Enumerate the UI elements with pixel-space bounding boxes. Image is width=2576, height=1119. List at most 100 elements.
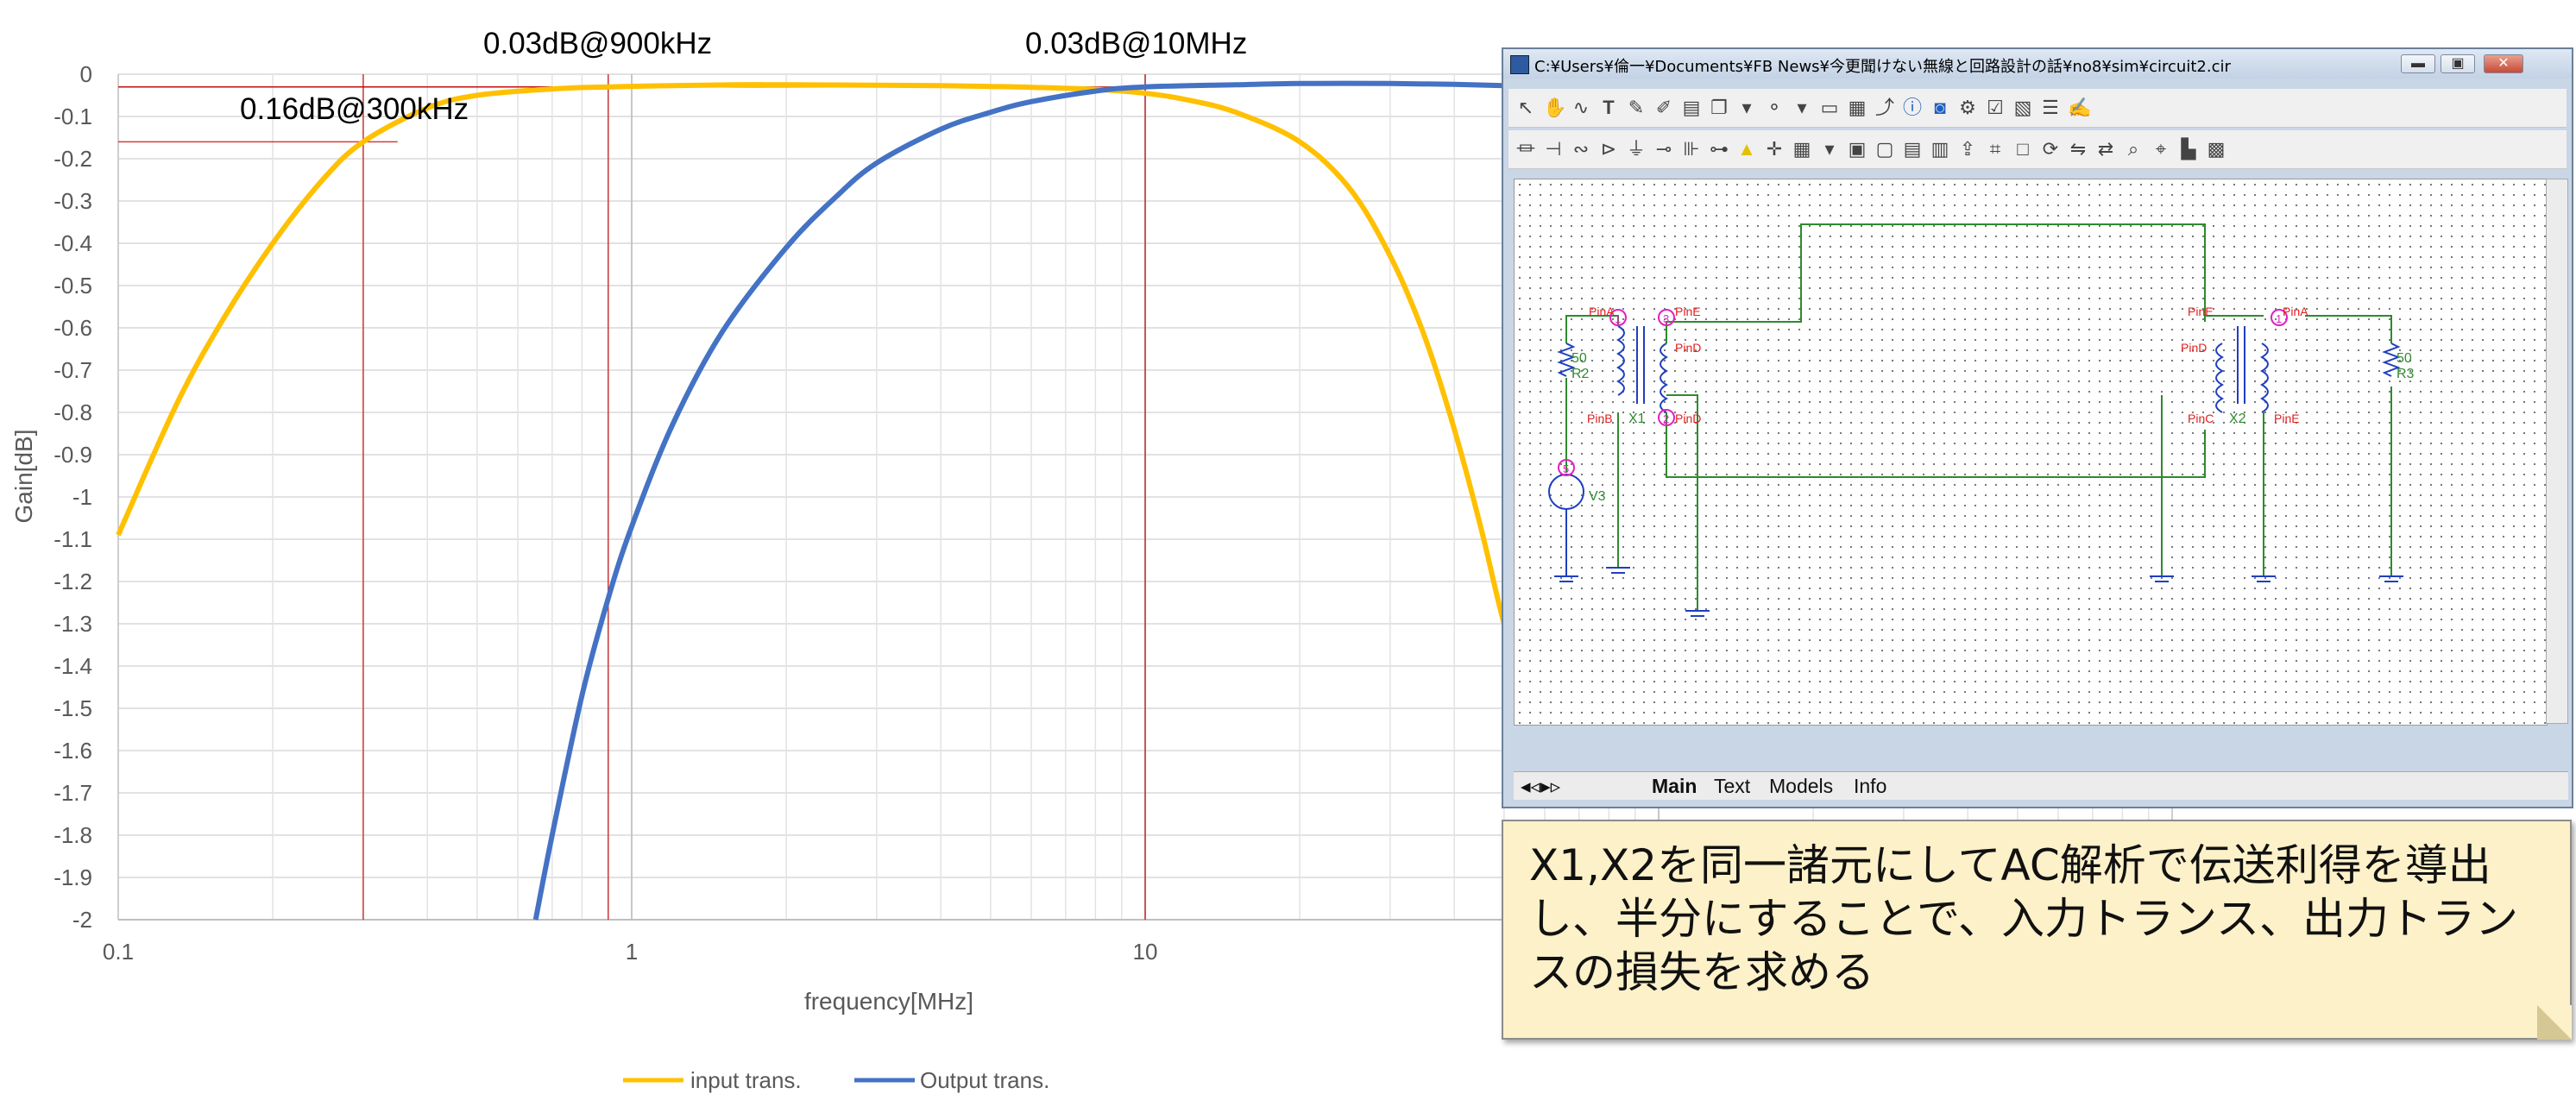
draw-icon[interactable]: ✐	[1653, 97, 1674, 118]
pin-a-label-x2: PinA	[2283, 305, 2308, 318]
window-title: C:¥Users¥倫一¥Documents¥FB News¥今更聞けない無線と回…	[1534, 58, 2231, 76]
x2-label: X2	[2229, 412, 2246, 426]
battery-icon[interactable]: ⊪	[1681, 139, 1702, 160]
square-icon[interactable]: □	[2012, 139, 2033, 160]
wire-icon[interactable]: ∿	[1571, 97, 1591, 118]
copy-icon[interactable]: ❐	[1709, 97, 1729, 118]
text-tool-icon[interactable]: T	[1598, 97, 1619, 118]
component-icon[interactable]: ▤	[1681, 97, 1702, 118]
capacitor-icon[interactable]: ⊣	[1543, 139, 1564, 160]
note-fold-corner	[2537, 1005, 2572, 1040]
window-titlebar[interactable]: C:¥Users¥倫一¥Documents¥FB News¥今更聞けない無線と回…	[1503, 49, 2572, 79]
crosshair-icon[interactable]: ✛	[1764, 139, 1785, 160]
list-icon[interactable]: ☰	[2040, 97, 2061, 118]
vertical-scrollbar[interactable]	[2546, 179, 2568, 724]
minimize-button[interactable]: ▬	[2401, 54, 2435, 73]
grid-icon[interactable]: ▧	[2012, 97, 2033, 118]
y-tick-label: -0.3	[54, 188, 92, 214]
y-tick-label: -1.3	[54, 611, 92, 637]
edit-icon[interactable]: ✍	[2068, 97, 2091, 118]
tools-icon[interactable]: ⚙	[1957, 97, 1978, 118]
node-3-label: 3	[1663, 312, 1669, 325]
frame-icon[interactable]: ⌗	[1985, 139, 2006, 160]
tab-models[interactable]: Models	[1769, 775, 1833, 798]
probe-icon[interactable]: ⤴	[1874, 97, 1895, 118]
info-icon[interactable]: ⓘ	[1902, 97, 1923, 118]
table-icon[interactable]: ▦	[1847, 97, 1867, 118]
tab-nav-first-icon[interactable]: ◂◃▸▹	[1521, 775, 1560, 798]
ground-icon[interactable]: ⏚	[1626, 139, 1647, 160]
callout-note: X1,X2を同一諸元にしてAC解析で伝送利得を導出し、半分にすることで、入力トラ…	[1502, 820, 2572, 1040]
y-tick-labels: 0 -0.1 -0.2 -0.3 -0.4 -0.5 -0.6 -0.7 -0.8 -0.9 -1 -…	[54, 61, 92, 933]
pin-b-label-x2: PinE	[2274, 412, 2300, 425]
grid-toggle-icon[interactable]: ▦	[1792, 139, 1812, 160]
doc-icon[interactable]: ▢	[1874, 139, 1895, 160]
find-icon[interactable]: ⌕	[2123, 139, 2144, 160]
line-tool-icon[interactable]: ✎	[1626, 97, 1647, 118]
close-button[interactable]: ✕	[2484, 54, 2523, 73]
x-tick-label: 0.1	[103, 939, 134, 965]
pin-e-label-x2: PinE	[2188, 305, 2214, 318]
pan-hand-icon[interactable]: ✋	[1543, 97, 1566, 118]
y-tick-label: -0.2	[54, 146, 92, 172]
dropdown-icon-2[interactable]: ▾	[1792, 97, 1812, 118]
diode-icon[interactable]: ⊳	[1598, 139, 1619, 160]
node-2-label: 2	[1663, 412, 1669, 425]
y-axis-label: Gain[dB]	[10, 430, 37, 524]
annotation-300khz: 0.16dB@300kHz	[240, 92, 469, 126]
flip-icon[interactable]: ⇋	[2068, 139, 2088, 160]
doc-icon-2[interactable]: ▤	[1902, 139, 1923, 160]
sheet-tab-bar: ◂◃▸▹ Main Text Models Info	[1514, 771, 2568, 800]
transistor-icon[interactable]: ⊶	[1709, 139, 1729, 160]
x-tick-label: 10	[1133, 939, 1158, 965]
inductor-icon[interactable]: ∾	[1571, 139, 1591, 160]
pin-e-label-x1: PinE	[1675, 305, 1701, 318]
tab-info[interactable]: Info	[1854, 775, 1886, 798]
annotation-10mhz: 0.03dB@10MHz	[1025, 27, 1247, 60]
switch-icon[interactable]: ⊸	[1653, 139, 1674, 160]
y-tick-label: -1.8	[54, 822, 92, 848]
y-tick-label: -1.6	[54, 738, 92, 764]
rotate-icon[interactable]: ⟳	[2040, 139, 2061, 160]
y-tick-label: -1.7	[54, 780, 92, 806]
save-icon[interactable]: ▩	[2206, 139, 2226, 160]
layout-icon[interactable]: ▥	[1930, 139, 1950, 160]
node-5-label: 5	[1563, 462, 1569, 475]
maximize-button[interactable]: ▣	[2441, 54, 2475, 73]
y-tick-label: -0.1	[54, 104, 92, 129]
toolbar-2: ⏛ ⊣ ∾ ⊳ ⏚ ⊸ ⊪ ⊶ ▲ ✛ ▦ ▾ ▣ ▢ ▤ ▥ ⇪ ⌗ □ ⟳ …	[1508, 130, 2567, 169]
toolbar-1: ↖ ✋ ∿ T ✎ ✐ ▤ ❐ ▾ ⚬ ▾ ▭ ▦ ⤴ ⓘ ◙ ⚙ ☑ ▧ ☰ …	[1508, 89, 2567, 128]
r2-name: R2	[1571, 367, 1590, 381]
note-text: X1,X2を同一諸元にしてAC解析で伝送利得を導出し、半分にすることで、入力トラ…	[1529, 840, 2518, 997]
legend-label-input: input trans.	[690, 1067, 802, 1093]
dropdown-icon[interactable]: ▾	[1736, 97, 1757, 118]
x-tick-labels: 0.1 1 10	[103, 939, 1158, 965]
x-tick-label: 1	[626, 939, 638, 965]
export-icon[interactable]: ⇪	[1957, 139, 1978, 160]
page-icon[interactable]: ▣	[1847, 139, 1867, 160]
resistor-icon[interactable]: ⏛	[1515, 139, 1536, 160]
node-icon[interactable]: ⚬	[1764, 97, 1785, 118]
legend-label-output: Output trans.	[920, 1067, 1049, 1093]
book-icon[interactable]: ▙	[2178, 139, 2199, 160]
simulator-window[interactable]: C:¥Users¥倫一¥Documents¥FB News¥今更聞けない無線と回…	[1502, 47, 2573, 808]
select-arrow-icon[interactable]: ↖	[1515, 97, 1536, 118]
y-tick-label: -0.4	[54, 230, 92, 256]
schematic-canvas[interactable]: 50 R2 50 R3 X1 X2 V3 PinA PinE PinD PinB…	[1514, 179, 2548, 726]
app-icon	[1510, 55, 1529, 74]
y-tick-label: -1.9	[54, 864, 92, 890]
y-tick-label: -1.4	[54, 653, 92, 679]
binoculars-icon[interactable]: ⌖	[2151, 139, 2171, 160]
chart-series	[116, 80, 1546, 921]
window-icon[interactable]: ▭	[1819, 97, 1840, 118]
y-tick-label: -1.2	[54, 569, 92, 594]
dropdown-icon-3[interactable]: ▾	[1819, 139, 1840, 160]
mirror-icon[interactable]: ⇄	[2095, 139, 2116, 160]
help-icon[interactable]: ◙	[1930, 97, 1950, 118]
tab-main[interactable]: Main	[1652, 775, 1697, 798]
series-line-output-trans	[532, 80, 1546, 921]
schematic-drawing: 50 R2 50 R3 X1 X2 V3 PinA PinE PinD PinB…	[1548, 223, 2415, 617]
checkbox-icon[interactable]: ☑	[1985, 97, 2006, 118]
tab-text[interactable]: Text	[1714, 775, 1750, 798]
warning-icon[interactable]: ▲	[1736, 139, 1757, 160]
